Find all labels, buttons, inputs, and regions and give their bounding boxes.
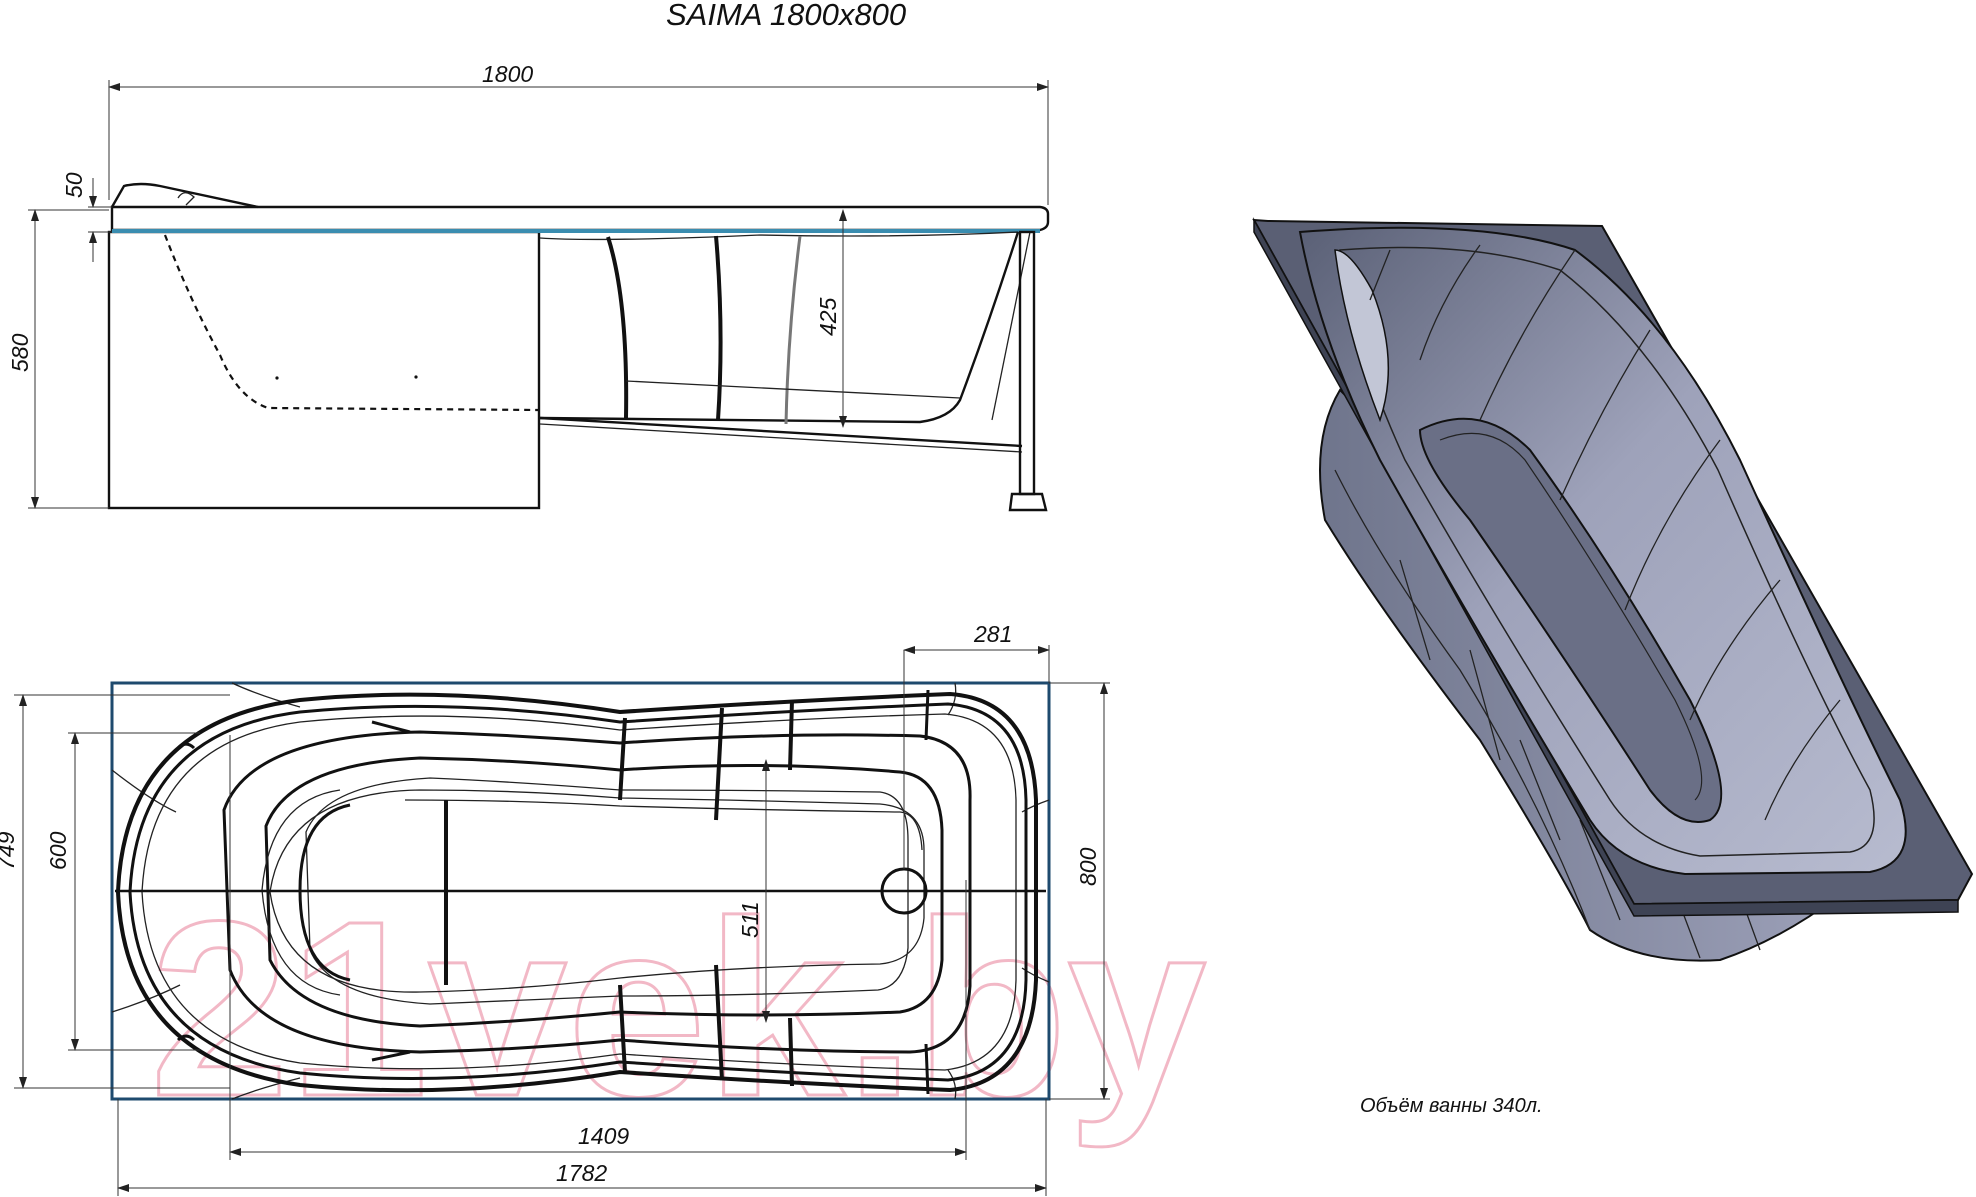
headrest	[110, 182, 259, 209]
dim-inner-length-label: 1782	[556, 1160, 607, 1186]
dim-inner-width-label: 749	[0, 831, 19, 870]
dim-floor-width-label: 511	[737, 901, 763, 938]
rim-plate	[110, 205, 1050, 232]
dim-length-label: 1800	[482, 61, 533, 87]
hidden-profile	[163, 234, 541, 412]
bathtub-drawing: 21vek.by SAIMA 1800x800 1800 50 580 425 …	[0, 0, 1974, 1196]
volume-note: Объём ванны 340л.	[1360, 1095, 1543, 1117]
dim-drain-label: 281	[973, 621, 1012, 647]
dim-depth-label: 425	[815, 297, 841, 336]
dim-outer-width-label: 800	[1075, 847, 1101, 886]
dim-floor-length-label: 1409	[578, 1123, 629, 1149]
front-panel	[107, 230, 541, 510]
frame-rail	[539, 416, 1023, 448]
dim-height-label: 580	[7, 333, 33, 372]
shell-profile	[539, 231, 1020, 424]
iso-view	[1252, 217, 1974, 962]
leg-foot	[1008, 492, 1048, 512]
dim-head-width-label: 600	[45, 831, 71, 870]
dim-rim-label: 50	[61, 172, 87, 198]
drawing-title: SAIMA 1800x800	[666, 0, 906, 32]
side-view: 1800 50 580 425	[7, 61, 1050, 512]
